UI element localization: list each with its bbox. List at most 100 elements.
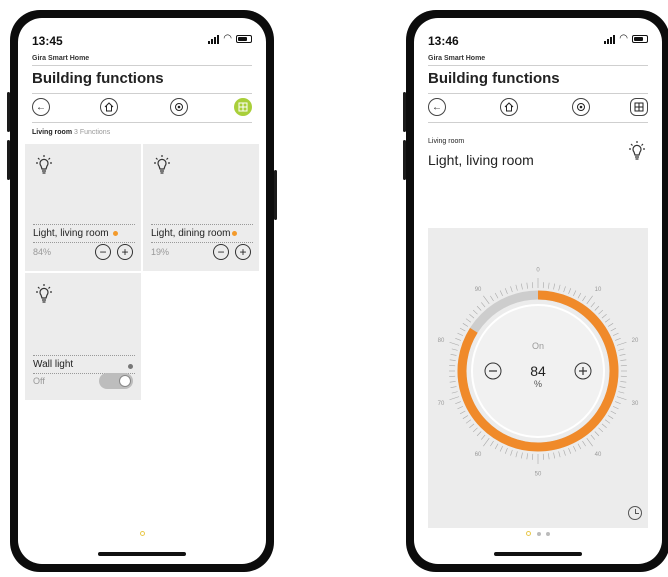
status-dot — [128, 364, 133, 369]
dial-tick-label: 0 — [536, 268, 540, 274]
dial-tick — [465, 318, 472, 323]
dimmer-dial[interactable]: 0 10 20 30 40 50 60 70 80 90 On 84 % — [428, 228, 648, 528]
signal-icon — [604, 34, 616, 44]
dial-tick-label: 40 — [595, 452, 602, 458]
tile-wall-light[interactable]: Wall light Off — [25, 273, 141, 400]
divider — [32, 122, 252, 123]
dial-tick — [619, 354, 626, 356]
dial-tick — [459, 327, 466, 332]
dial-tick — [553, 283, 555, 290]
screen-left: 13:45 ◠ Gira Smart Home Building functio… — [18, 18, 266, 564]
volume-up-button — [7, 92, 10, 132]
home-indicator — [98, 552, 186, 556]
favorites-icon[interactable] — [170, 98, 188, 116]
dial-tick — [526, 453, 528, 460]
dial-tick — [515, 284, 518, 291]
level-unit: % — [534, 379, 542, 389]
dial-tick — [563, 449, 566, 456]
room-label: Living room — [428, 138, 465, 145]
dial-tick — [499, 290, 503, 297]
battery-icon — [236, 35, 252, 43]
dial-tick — [582, 440, 586, 447]
tile-light-living-room[interactable]: Light, living room 84% − + — [25, 144, 141, 271]
dial-tick-label: 90 — [475, 287, 482, 293]
dial-tick — [450, 354, 457, 356]
function-title: Light, living room — [428, 152, 534, 168]
page-indicator — [18, 531, 266, 538]
increase-button[interactable]: + — [235, 244, 251, 260]
status-dot — [231, 230, 237, 236]
dial-tick — [469, 314, 475, 319]
dial-tick — [598, 427, 604, 433]
light-bulb-icon — [629, 141, 645, 160]
timer-clock-icon[interactable] — [628, 506, 642, 520]
dial-tick — [616, 341, 627, 346]
breadcrumb-count: 3 Functions — [74, 129, 111, 136]
tile-light-dining-room[interactable]: Light, dining room 19% − + — [143, 144, 259, 271]
dial-tick — [604, 318, 611, 323]
signal-icon — [208, 34, 220, 44]
dial-tick — [504, 288, 508, 294]
dial-tick — [490, 295, 494, 302]
dial-tick — [577, 292, 582, 299]
increase-button[interactable]: + — [117, 244, 133, 260]
dial-tick — [472, 427, 478, 433]
grid-icon[interactable] — [630, 98, 648, 116]
dial-tick — [449, 396, 460, 401]
increase-button[interactable] — [574, 362, 592, 380]
dial-tick — [590, 434, 595, 440]
dial-tick — [586, 437, 593, 447]
divider — [428, 122, 648, 123]
dial-tick — [504, 448, 508, 454]
dial-tick — [449, 381, 456, 383]
status-time: 13:46 — [428, 34, 459, 48]
phone-left: 13:45 ◠ Gira Smart Home Building functio… — [7, 10, 277, 572]
dial-tick — [457, 406, 464, 410]
dial-tick-label: 70 — [438, 401, 445, 407]
dial-tick — [451, 348, 458, 351]
dial-tick — [573, 445, 577, 452]
dial-tick — [601, 314, 607, 319]
dial-tick — [573, 290, 577, 297]
decrease-button[interactable]: − — [95, 244, 111, 260]
tile-value: 19% — [151, 247, 170, 257]
dial-tick — [586, 295, 593, 305]
grid-icon[interactable] — [234, 98, 252, 116]
dial-tick — [610, 410, 617, 415]
divider — [428, 65, 648, 66]
back-arrow-icon[interactable]: ← — [428, 98, 446, 116]
dial-tick — [620, 359, 627, 361]
page-dot — [525, 531, 531, 536]
power-toggle[interactable] — [99, 373, 133, 389]
decrease-button[interactable] — [484, 362, 502, 380]
toolbar: ← — [428, 98, 648, 120]
favorites-icon[interactable] — [572, 98, 590, 116]
home-icon[interactable] — [500, 98, 518, 116]
tile-value: Off — [33, 376, 45, 386]
dial-tick — [499, 445, 503, 452]
page-dot — [536, 532, 541, 536]
decrease-button[interactable]: − — [213, 244, 229, 260]
dial-tick — [450, 386, 457, 388]
dial-tick — [548, 453, 550, 460]
tile-label: Wall light — [33, 355, 135, 374]
dial-tick — [610, 327, 617, 332]
dial-tick — [590, 302, 595, 308]
dial-tick — [449, 341, 460, 346]
dial-tick — [618, 348, 625, 351]
dial-tick — [476, 431, 482, 437]
wifi-icon: ◠ — [619, 33, 628, 44]
dial-tick — [558, 284, 561, 291]
dial-tick — [615, 401, 621, 405]
home-icon[interactable] — [100, 98, 118, 116]
dial-tick-label: 10 — [595, 287, 602, 293]
divider — [32, 65, 252, 66]
dial-tick-label: 60 — [475, 452, 482, 458]
dial-tick — [451, 391, 458, 394]
dial-tick — [568, 288, 572, 294]
dial-tick — [619, 386, 626, 388]
dial-tick — [615, 337, 621, 341]
dial-tick — [483, 437, 490, 447]
status-bar: 13:46 ◠ — [428, 32, 648, 50]
back-arrow-icon[interactable]: ← — [32, 98, 50, 116]
